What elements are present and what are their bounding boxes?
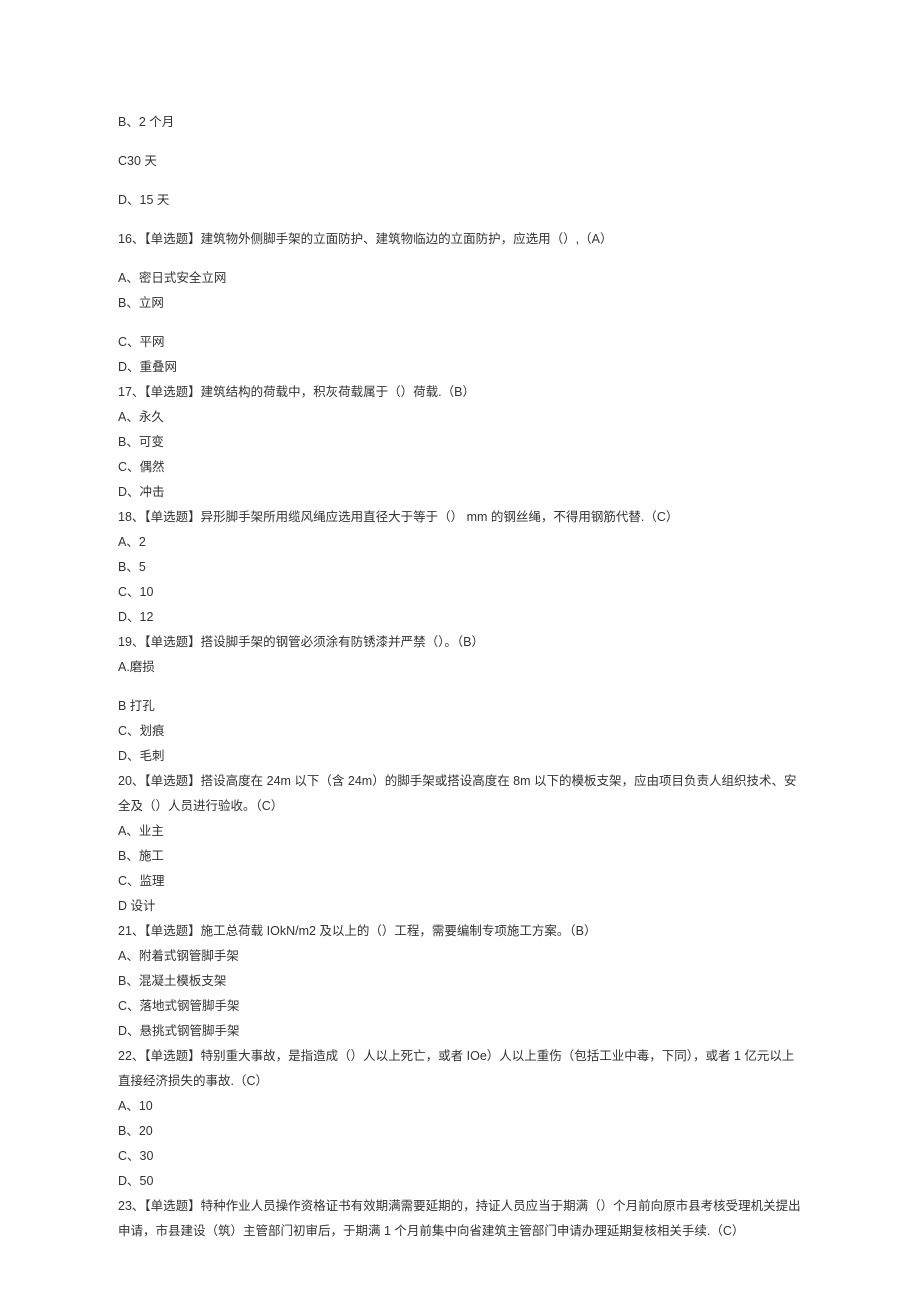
q16-option-b: B、立网 [118,291,802,316]
q23-stem: 23、【单选题】特种作业人员操作资格证书有效期满需要延期的，持证人员应当于期满（… [118,1194,802,1244]
document-page: B、2 个月 C30 天 D、15 天 16、【单选题】建筑物外侧脚手架的立面防… [0,0,920,1304]
q19-stem: 19、【单选题】搭设脚手架的钢管必须涂有防锈漆并严禁（）。（B） [118,630,802,655]
q20-stem: 20、【单选题】搭设高度在 24m 以下（含 24m）的脚手架或搭设高度在 8m… [118,769,802,819]
q17-option-b: B、可变 [118,430,802,455]
q21-stem: 21、【单选题】施工总荷载 IOkN/m2 及以上的（）工程，需要编制专项施工方… [118,919,802,944]
q20-option-b: B、施工 [118,844,802,869]
q17-option-d: D、冲击 [118,480,802,505]
q16-stem: 16、【单选题】建筑物外侧脚手架的立面防护、建筑物临边的立面防护，应选用（）,（… [118,227,802,252]
q21-option-a: A、附着式钢管脚手架 [118,944,802,969]
spacer [118,252,802,266]
q18-option-b: B、5 [118,555,802,580]
q19-option-a: A.磨损 [118,655,802,680]
q18-option-a: A、2 [118,530,802,555]
q22-stem: 22、【单选题】特别重大事故，是指造成（）人以上死亡，或者 IOe）人以上重伤（… [118,1044,802,1094]
q22-option-b: B、20 [118,1119,802,1144]
q19-option-c: C、划痕 [118,719,802,744]
q15-option-d: D、15 天 [118,188,802,213]
q15-option-b: B、2 个月 [118,110,802,135]
q18-stem: 18、【单选题】异形脚手架所用缆风绳应选用直径大于等于（） mm 的钢丝绳，不得… [118,505,802,530]
q20-option-a: A、业主 [118,819,802,844]
q17-option-a: A、永久 [118,405,802,430]
q21-option-d: D、悬挑式钢管脚手架 [118,1019,802,1044]
q17-stem: 17、【单选题】建筑结构的荷载中，积灰荷载属于（）荷载.（B） [118,380,802,405]
q18-option-c: C、10 [118,580,802,605]
q16-option-a: A、密日式安全立网 [118,266,802,291]
q20-option-c: C、监理 [118,869,802,894]
q22-option-c: C、30 [118,1144,802,1169]
q21-option-b: B、混凝土模板支架 [118,969,802,994]
q18-option-d: D、12 [118,605,802,630]
q19-option-b: B 打孔 [118,694,802,719]
spacer [118,680,802,694]
q20-option-d: D 设计 [118,894,802,919]
q22-option-d: D、50 [118,1169,802,1194]
spacer [118,213,802,227]
q22-option-a: A、10 [118,1094,802,1119]
q16-option-d: D、重叠网 [118,355,802,380]
q16-option-c: C、平网 [118,330,802,355]
spacer [118,135,802,149]
q21-option-c: C、落地式钢管脚手架 [118,994,802,1019]
q15-option-c: C30 天 [118,149,802,174]
q17-option-c: C、偶然 [118,455,802,480]
q19-option-d: D、毛刺 [118,744,802,769]
spacer [118,316,802,330]
spacer [118,174,802,188]
